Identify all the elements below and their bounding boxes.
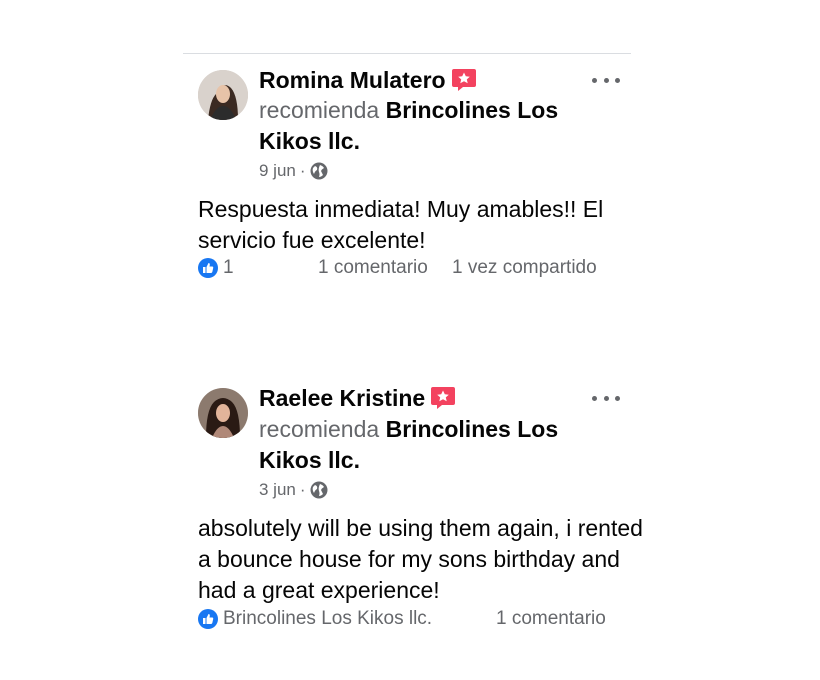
recommendation-line: recomienda Brincolines Los Kikos llc. [259,95,599,157]
recommend-badge-icon [451,68,477,92]
author-row: Romina Mulatero [259,65,477,95]
share-count[interactable]: 1 vez compartido [452,256,597,280]
post-meta: 9 jun · [259,160,328,182]
avatar[interactable] [198,388,248,438]
author-row: Raelee Kristine [259,383,456,413]
reaction-count[interactable]: 1 [223,256,234,280]
post-date[interactable]: 9 jun [259,161,296,181]
top-divider [183,53,631,54]
recommend-verb: recomienda [259,416,380,442]
globe-icon [310,162,328,180]
more-options-icon[interactable] [592,70,620,90]
avatar[interactable] [198,70,248,120]
recommend-badge-icon [430,386,456,410]
recommendation-line: recomienda Brincolines Los Kikos llc. [259,414,599,476]
review-text: Respuesta inmediata! Muy amables!! El se… [198,196,604,253]
meta-separator: · [299,161,306,180]
like-icon[interactable] [198,609,218,629]
engagement-bar: 1 1 comentario 1 vez compartido [198,256,628,280]
recommend-verb: recomienda [259,97,380,123]
engagement-bar: Brincolines Los Kikos llc. 1 comentario [198,607,628,631]
post-date[interactable]: 3 jun [259,480,296,500]
review-text: absolutely will be using them again, i r… [198,515,643,603]
author-name[interactable]: Raelee Kristine [259,383,425,413]
comment-count[interactable]: 1 comentario [496,607,606,631]
like-icon[interactable] [198,258,218,278]
comment-count[interactable]: 1 comentario [318,256,428,280]
meta-separator: · [299,480,306,499]
post-meta: 3 jun · [259,479,328,501]
more-options-icon[interactable] [592,388,620,408]
reaction-names[interactable]: Brincolines Los Kikos llc. [223,607,432,631]
author-name[interactable]: Romina Mulatero [259,65,446,95]
globe-icon [310,481,328,499]
